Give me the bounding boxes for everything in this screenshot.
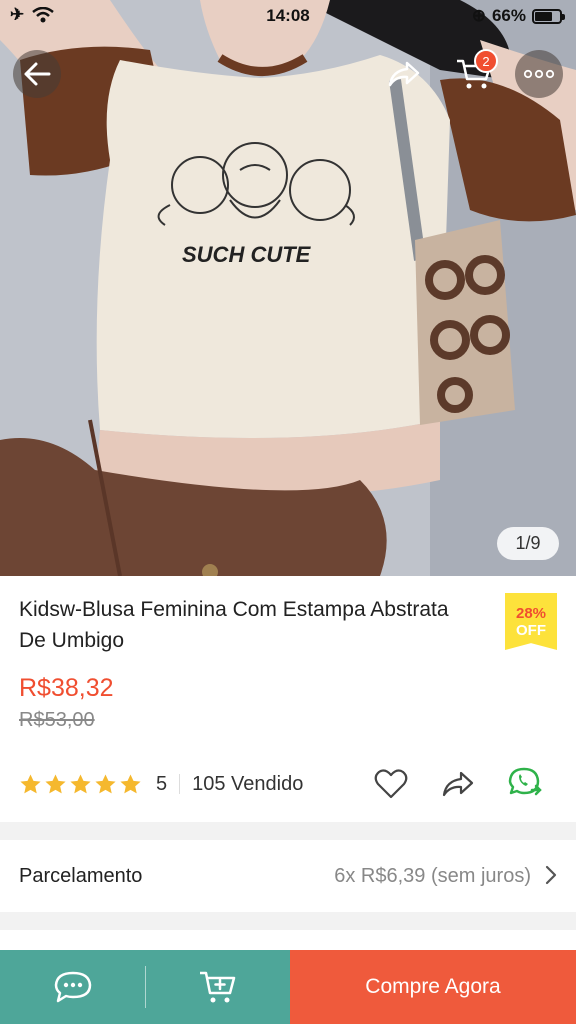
chat-button[interactable]: [0, 950, 145, 1024]
rating-value: 5: [156, 772, 168, 795]
current-price: R$38,32: [19, 674, 114, 702]
image-counter: 1/9: [497, 527, 559, 560]
more-icon: [523, 69, 555, 79]
original-price: R$53,00: [19, 709, 95, 731]
whatsapp-button[interactable]: [507, 764, 547, 804]
discount-badge: 28% OFF: [505, 593, 557, 650]
share-button[interactable]: [438, 764, 478, 804]
section-divider: [0, 822, 576, 840]
back-arrow-icon: [24, 62, 51, 86]
favorite-button[interactable]: [371, 764, 411, 804]
bottom-action-bar: Compre Agora: [0, 950, 576, 1024]
star-icon: [45, 773, 66, 793]
bottom-bar-separator: [145, 950, 146, 1024]
installments-row[interactable]: Parcelamento 6x R$6,39 (sem juros): [0, 840, 576, 912]
share-button-top[interactable]: [380, 50, 428, 98]
add-to-cart-button[interactable]: [146, 950, 290, 1024]
rating-row: 5 105 Vendido: [19, 766, 303, 802]
add-to-cart-icon: [200, 971, 236, 1003]
star-icon: [70, 773, 91, 793]
star-icon: [20, 773, 41, 793]
battery-percent: 66%: [491, 6, 526, 25]
installments-value: 6x R$6,39 (sem juros): [334, 864, 531, 887]
cart-count-badge: 2: [474, 49, 498, 73]
share-icon: [442, 771, 474, 797]
discount-percent: 28%: [515, 604, 547, 622]
whatsapp-icon: [508, 767, 542, 796]
buy-now-button[interactable]: Compre Agora: [290, 950, 576, 1024]
discount-off-label: OFF: [516, 621, 546, 639]
product-title: Kidsw-Blusa Feminina Com Estampa Abstrat…: [19, 598, 449, 652]
sold-count: 105 Vendido: [192, 772, 304, 795]
heart-icon: [374, 769, 408, 799]
status-bar: ✈ 14:08 ⊕ 66%: [0, 0, 576, 32]
back-button[interactable]: [13, 50, 61, 98]
product-image-carousel[interactable]: SUCH CUTE ✈ 14:08 ⊕ 66% 2 1/9: [0, 0, 576, 576]
rating-divider: [179, 774, 181, 794]
battery-icon: [532, 8, 565, 24]
print-text: SUCH CUTE: [182, 242, 312, 267]
more-options-button[interactable]: [515, 50, 563, 98]
section-divider: [0, 912, 576, 930]
chevron-right-icon: [545, 865, 557, 885]
orientation-lock-icon: ⊕: [471, 6, 486, 25]
share-icon: [388, 61, 420, 87]
chat-icon: [54, 971, 91, 1003]
installments-label: Parcelamento: [19, 864, 143, 887]
star-icon: [95, 773, 116, 793]
star-icon: [120, 773, 141, 793]
rating-stars: [19, 773, 142, 796]
